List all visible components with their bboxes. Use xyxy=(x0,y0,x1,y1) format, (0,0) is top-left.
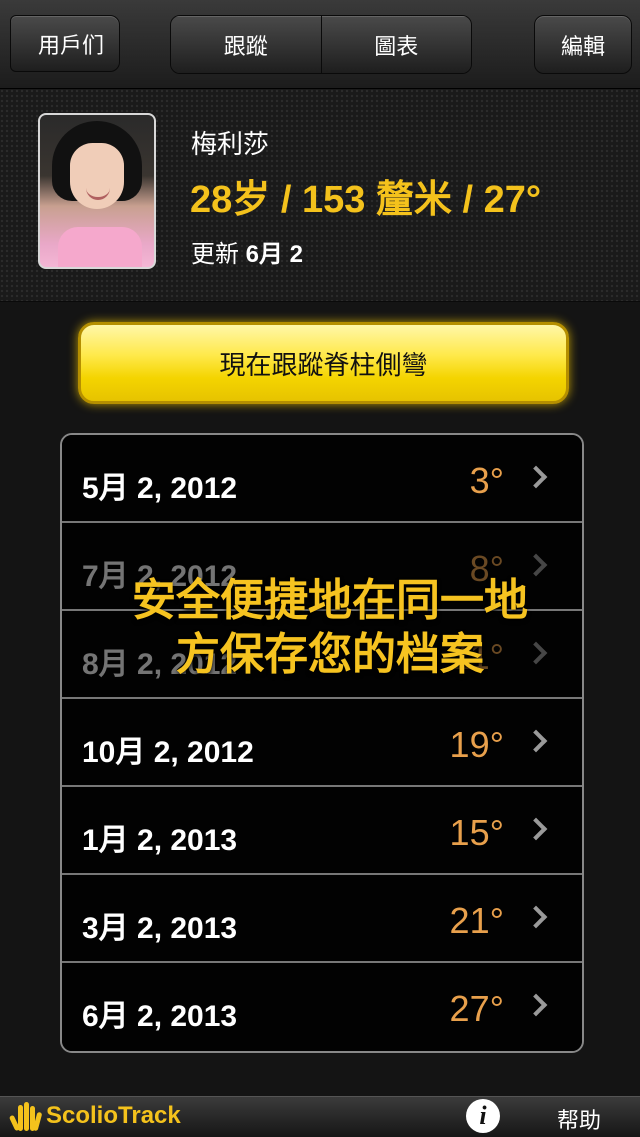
tab-charts-label: 圖表 xyxy=(374,33,419,59)
records-list: 5月 2, 2012 3° 7月 2, 2012 8° 8月 2, 2012 1… xyxy=(60,433,584,1053)
edit-button[interactable]: 編輯 xyxy=(534,15,632,74)
updated-prefix: 更新 xyxy=(191,241,239,268)
tab-tracking[interactable]: 跟蹤 xyxy=(171,16,321,73)
track-button-label: 現在跟蹤脊柱側彎 xyxy=(219,349,428,380)
navigation-bar: 用戶们 跟蹤 圖表 編輯 xyxy=(0,0,640,89)
edit-button-label: 編輯 xyxy=(560,33,605,59)
help-button[interactable]: 帮助 xyxy=(557,1103,601,1135)
record-date: 10月 2, 2012 xyxy=(82,736,254,769)
brand-name: ScolioTrack xyxy=(46,1102,181,1129)
record-angle: 15° xyxy=(449,812,504,853)
tab-tracking-label: 跟蹤 xyxy=(223,33,268,59)
record-date: 3月 2, 2013 xyxy=(82,912,238,945)
list-item[interactable]: 1月 2, 2013 15° xyxy=(62,787,582,875)
last-updated: 更新 6月 2 xyxy=(191,234,303,269)
record-angle: 8° xyxy=(469,548,504,589)
info-icon[interactable]: i xyxy=(466,1099,500,1133)
record-angle: 3° xyxy=(469,460,504,501)
patient-name: 梅利莎 xyxy=(191,129,270,159)
list-item[interactable]: 7月 2, 2012 8° xyxy=(62,523,582,611)
record-date: 7月 2, 2012 xyxy=(82,560,238,593)
chevron-right-icon xyxy=(524,817,548,841)
chevron-right-icon xyxy=(524,553,548,577)
record-angle: 19° xyxy=(449,724,504,765)
hand-logo-icon xyxy=(8,1101,43,1132)
back-button-label: 用戶们 xyxy=(37,32,104,58)
chevron-right-icon xyxy=(524,465,548,489)
bottom-toolbar: ScolioTrack i 帮助 xyxy=(0,1096,640,1137)
chevron-right-icon xyxy=(524,641,548,665)
chevron-right-icon xyxy=(524,905,548,929)
list-item[interactable]: 10月 2, 2012 19° xyxy=(62,699,582,787)
segmented-control: 跟蹤 圖表 xyxy=(170,15,472,74)
record-date: 8月 2, 2012 xyxy=(82,648,238,681)
list-item[interactable]: 5月 2, 2012 3° xyxy=(62,435,582,523)
list-item[interactable]: 8月 2, 2012 11° xyxy=(62,611,582,699)
record-angle: 21° xyxy=(449,900,504,941)
chevron-right-icon xyxy=(524,993,548,1017)
list-item[interactable]: 3月 2, 2013 21° xyxy=(62,875,582,963)
record-date: 6月 2, 2013 xyxy=(82,1000,238,1033)
record-angle: 27° xyxy=(449,988,504,1029)
list-item[interactable]: 6月 2, 2013 27° xyxy=(62,963,582,1051)
tab-charts[interactable]: 圖表 xyxy=(320,16,471,73)
track-scoliosis-button[interactable]: 現在跟蹤脊柱側彎 xyxy=(78,322,569,404)
record-date: 1月 2, 2013 xyxy=(82,824,238,857)
patient-stats: 28岁 / 153 釐米 / 27° xyxy=(190,179,542,221)
back-button[interactable]: 用戶们 xyxy=(10,15,120,72)
avatar[interactable] xyxy=(38,113,156,269)
record-angle: 11° xyxy=(452,636,504,677)
record-date: 5月 2, 2012 xyxy=(82,472,238,505)
chevron-right-icon xyxy=(524,729,548,753)
brand-logo: ScolioTrack xyxy=(8,1101,181,1132)
updated-date: 6月 2 xyxy=(245,241,304,268)
avatar-clothing xyxy=(58,227,142,267)
